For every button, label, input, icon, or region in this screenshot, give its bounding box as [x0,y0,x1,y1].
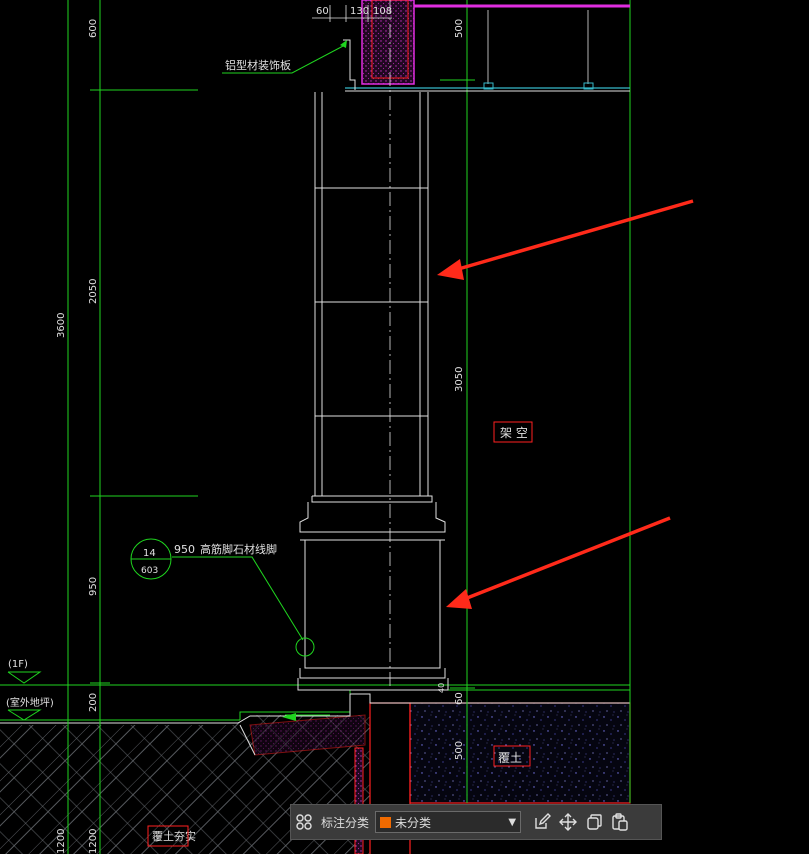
category-swatch [380,816,392,828]
dim-200: 200 [88,693,99,712]
category-label: 标注分类 [321,815,370,830]
dim-950: 950 [88,577,99,596]
label-overhead: 架 空 [500,426,528,440]
dim-3050: 3050 [454,367,465,392]
dim-600: 600 [88,19,99,38]
dim-60b: 60 [454,692,465,705]
grid-icon[interactable] [291,809,317,835]
dim-108: 108 [373,6,392,17]
dim-130: 130 [350,6,369,17]
level-1f: (1F) [8,659,28,670]
detail-top: 14 [143,548,156,559]
paste-icon[interactable] [607,809,633,835]
arrow-head-lower [446,589,472,609]
label-compacted-fill: 覆土夯实 [152,829,196,843]
red-arrows [437,199,694,609]
dim-2050: 2050 [88,279,99,304]
level-outdoor: (室外地坪) [6,696,54,709]
annotation-toolbar: 标注分类 未分类 ▼ [290,804,662,840]
dim-3600: 3600 [56,313,67,338]
cad-canvas[interactable]: 600 2050 3600 950 200 1200 1200 60 130 1… [0,0,809,854]
dim-40: 40 [437,683,446,693]
column [297,92,449,691]
move-icon[interactable] [555,809,581,835]
label-skirting-num: 950 [174,543,195,556]
copy-icon[interactable] [581,809,607,835]
category-select[interactable]: 未分类 ▼ [375,811,522,833]
label-aluminum-panel: 铝型材装饰板 [225,58,291,72]
detail-bottom: 603 [141,566,158,576]
edit-icon[interactable] [529,809,555,835]
dim-1200a: 1200 [56,829,67,854]
label-fill-soil: 覆土 [498,751,522,765]
label-skirting-text: 高筋脚石材线脚 [200,542,277,556]
dim-500-bottom: 500 [454,741,465,760]
cad-drawing: 600 2050 3600 950 200 1200 1200 60 130 1… [0,0,694,854]
level-markers [7,671,42,721]
leaders [130,44,346,657]
dim-500-top: 500 [454,19,465,38]
chevron-down-icon: ▼ [508,816,517,828]
arrow-head-upper [437,259,464,280]
dim-1200b: 1200 [88,829,99,854]
dim-60: 60 [316,6,329,17]
category-selected-value: 未分类 [395,815,432,830]
